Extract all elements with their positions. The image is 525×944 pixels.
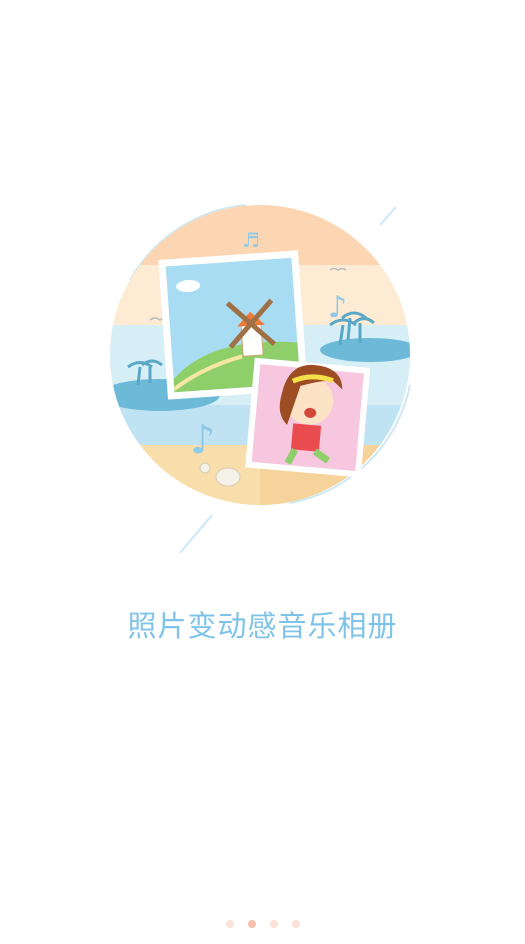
- page-title: 照片变动感音乐相册: [127, 609, 398, 643]
- music-note-icon: ♪: [328, 290, 347, 325]
- decor-line: [179, 514, 213, 554]
- page-dot-1[interactable]: [225, 920, 234, 928]
- music-note-icon: ♪: [190, 417, 216, 463]
- music-note-icon: ♬: [242, 228, 260, 252]
- decor-line: [379, 206, 397, 226]
- page-dot-4[interactable]: [291, 920, 300, 928]
- photo-girl: [245, 357, 371, 478]
- page-indicator: [0, 920, 525, 928]
- music-album-illustration: ♬ ♪ ♪: [110, 204, 411, 554]
- onboarding-illustration: ♬ ♪ ♪: [90, 185, 430, 565]
- page-dot-3[interactable]: [269, 920, 278, 928]
- page-dot-2-active[interactable]: [247, 920, 256, 928]
